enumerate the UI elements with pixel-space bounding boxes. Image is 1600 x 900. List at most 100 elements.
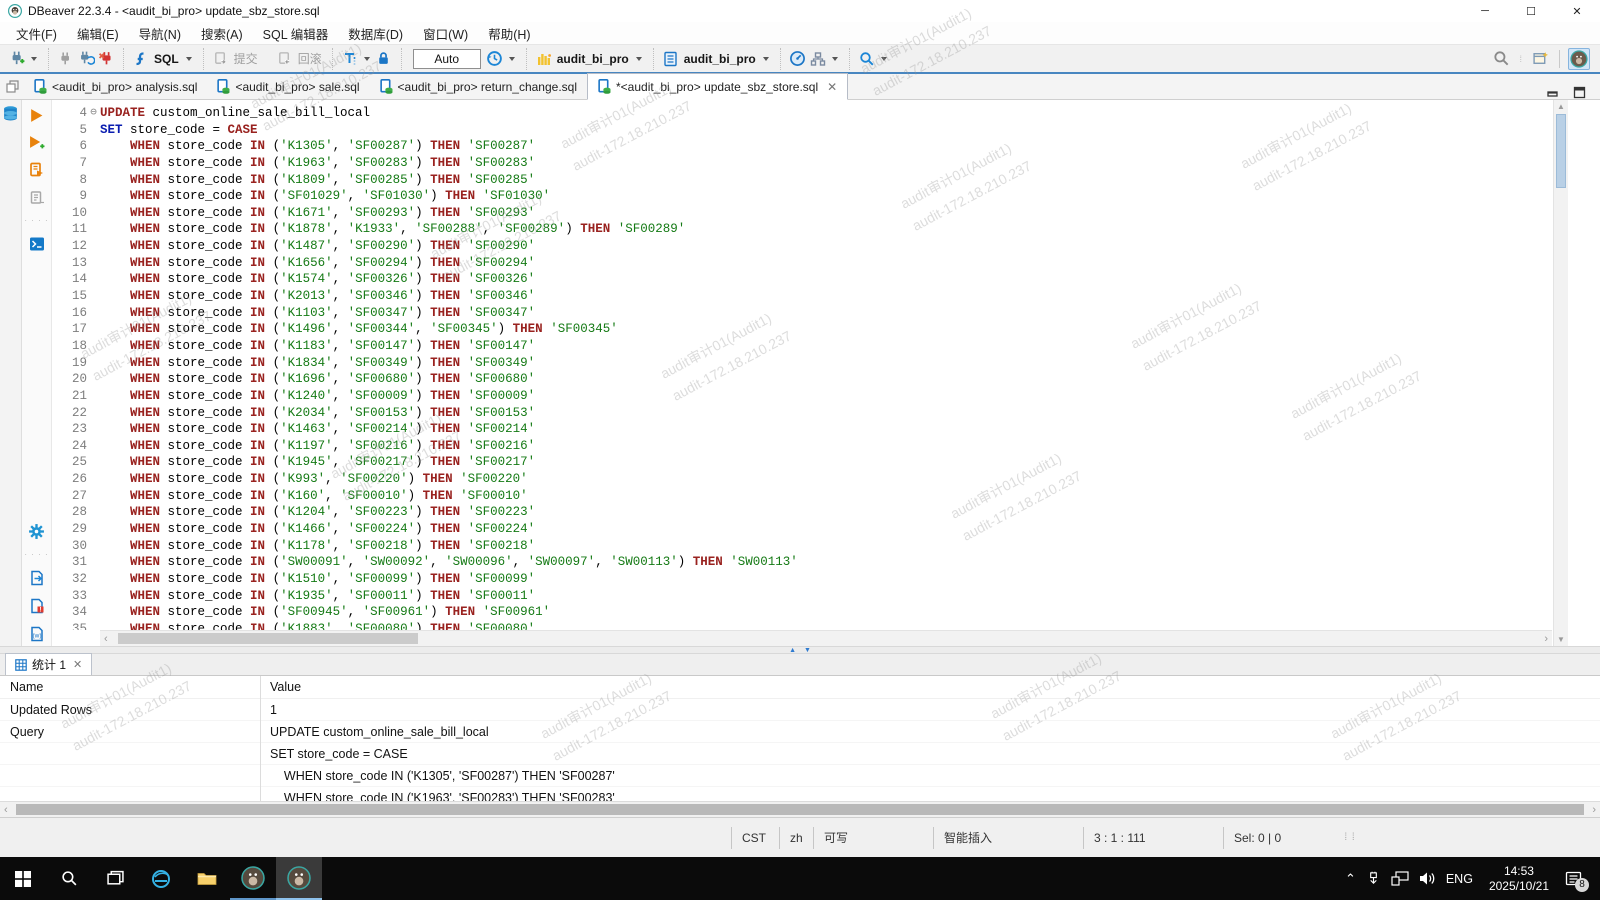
stats-col-value[interactable]: Value	[260, 680, 1600, 694]
editor-tab-0[interactable]: <audit_bi_pro> analysis.sql	[24, 74, 207, 99]
lock-icon[interactable]	[374, 49, 394, 69]
stats-row-value: SET store_code = CASE	[260, 747, 1600, 761]
editor-vertical-scrollbar[interactable]: ▲ ▼	[1553, 100, 1568, 646]
usb-tray-icon[interactable]	[1366, 871, 1381, 886]
maximize-view-icon[interactable]	[1573, 86, 1586, 99]
taskbar-clock[interactable]: 14:53 2025/10/21	[1489, 864, 1549, 894]
line-number: 21	[52, 388, 100, 405]
menu-item-3[interactable]: 搜索(A)	[191, 22, 253, 44]
menu-item-6[interactable]: 窗口(W)	[413, 22, 478, 44]
sql-editor-label[interactable]: SQL	[154, 52, 179, 66]
sql-code-editor[interactable]: UPDATE custom_online_sale_bill_localSET …	[100, 100, 1552, 630]
start-button[interactable]	[0, 857, 46, 900]
editor-tab-1[interactable]: <audit_bi_pro> sale.sql	[207, 74, 369, 99]
file-explorer-icon[interactable]	[184, 857, 230, 900]
tasks-icon[interactable]	[808, 49, 828, 69]
stats-row[interactable]: SET store_code = CASE	[0, 743, 1600, 765]
history-dropdown[interactable]	[509, 57, 515, 61]
stats-hscroll-thumb[interactable]	[16, 804, 1584, 815]
schema-icon	[661, 49, 681, 69]
maximize-button[interactable]: ☐	[1508, 0, 1554, 22]
stats-horizontal-scrollbar[interactable]: ‹ ›	[0, 801, 1600, 817]
status-cell-0: CST	[731, 827, 779, 849]
code-line: WHEN store_code IN ('K2034', 'SF00153') …	[100, 405, 1552, 422]
menu-item-5[interactable]: 数据库(D)	[338, 22, 413, 44]
dbeaver-taskbar-icon[interactable]	[230, 857, 276, 900]
panel-splitter[interactable]: ▲▼	[0, 646, 1600, 654]
code-line: WHEN store_code IN ('K1656', 'SF00294') …	[100, 255, 1552, 272]
stats-row[interactable]: WHEN store_code IN ('K1305', 'SF00287') …	[0, 765, 1600, 787]
disconnect-icon[interactable]	[96, 49, 116, 69]
ehscroll-thumb[interactable]	[118, 633, 418, 644]
line-number: 33	[52, 588, 100, 605]
stats-row[interactable]: Updated Rows1	[0, 699, 1600, 721]
code-line: WHEN store_code IN ('K1935', 'SF00011') …	[100, 588, 1552, 605]
network-tray-icon[interactable]	[1391, 871, 1409, 886]
export-result-icon[interactable]	[29, 570, 45, 586]
schema-selector[interactable]: audit_bi_pro	[684, 52, 756, 66]
database-navigator-icon[interactable]	[2, 105, 19, 122]
settings-gear-icon[interactable]	[28, 523, 45, 540]
menu-item-7[interactable]: 帮助(H)	[478, 22, 540, 44]
volume-tray-icon[interactable]	[1419, 871, 1436, 886]
new-connection-dropdown[interactable]	[31, 57, 37, 61]
internet-explorer-icon[interactable]	[138, 857, 184, 900]
sql-editor-icon[interactable]	[131, 49, 151, 69]
script-variables-icon[interactable]: (w)	[29, 626, 45, 642]
execute-new-tab-icon[interactable]	[29, 135, 45, 150]
vscroll-thumb[interactable]	[1556, 114, 1566, 188]
execute-script-icon[interactable]	[29, 162, 45, 178]
tab-close-icon[interactable]: ✕	[827, 80, 837, 94]
stats-row[interactable]: QueryUPDATE custom_online_sale_bill_loca…	[0, 721, 1600, 743]
dbeaver-perspective-button[interactable]	[1568, 48, 1590, 70]
code-line: WHEN store_code IN ('K1183', 'SF00147') …	[100, 338, 1552, 355]
tx-mode-select[interactable]: Auto	[413, 49, 481, 69]
close-button[interactable]: ✕	[1554, 0, 1600, 22]
new-connection-icon[interactable]	[7, 49, 27, 69]
transaction-mode-icon[interactable]	[340, 49, 360, 69]
dashboard-icon[interactable]	[788, 49, 808, 69]
connect-icon[interactable]	[56, 49, 76, 69]
restore-panel-icon[interactable]	[0, 74, 24, 99]
editor-tab-2[interactable]: <audit_bi_pro> return_change.sql	[370, 74, 587, 99]
sql-editor-dropdown[interactable]	[186, 57, 192, 61]
dbeaver-taskbar-icon-active[interactable]	[276, 857, 322, 900]
action-center-icon[interactable]: 8	[1565, 871, 1582, 887]
explain-plan-icon[interactable]	[29, 190, 45, 206]
connection-selector[interactable]: audit_bi_pro	[557, 52, 629, 66]
menu-item-0[interactable]: 文件(F)	[6, 22, 67, 44]
taskbar-search-icon[interactable]	[46, 857, 92, 900]
history-icon[interactable]	[485, 49, 505, 69]
line-number: 9	[52, 188, 100, 205]
connection-dropdown[interactable]	[636, 57, 642, 61]
menu-item-4[interactable]: SQL 编辑器	[253, 22, 339, 44]
quick-search-icon[interactable]	[1491, 49, 1511, 69]
rollback-button[interactable]: 回滚	[298, 50, 322, 67]
language-indicator[interactable]: ENG	[1446, 872, 1473, 886]
stats-row[interactable]: WHEN store_code IN ('K1963', 'SF00283') …	[0, 787, 1600, 801]
save-file-error-icon[interactable]: !	[29, 598, 45, 614]
stats-col-name[interactable]: Name	[0, 680, 260, 694]
stats-tab[interactable]: 统计 1 ✕	[5, 653, 92, 675]
rollback-icon	[275, 49, 295, 69]
transaction-mode-dropdown[interactable]	[364, 57, 370, 61]
reconnect-icon[interactable]	[76, 49, 96, 69]
open-perspective-icon[interactable]	[1531, 49, 1551, 69]
schema-dropdown[interactable]	[763, 57, 769, 61]
editor-horizontal-scrollbar[interactable]: ‹ ›	[100, 630, 1552, 646]
stats-tab-close-icon[interactable]: ✕	[73, 658, 82, 671]
search-icon[interactable]	[857, 49, 877, 69]
search-dropdown[interactable]	[881, 57, 887, 61]
commit-button[interactable]: 提交	[234, 50, 258, 67]
menu-item-1[interactable]: 编辑(E)	[67, 22, 129, 44]
code-line: WHEN store_code IN ('K160', 'SF00010') T…	[100, 488, 1552, 505]
minimize-button[interactable]: ─	[1462, 0, 1508, 22]
sql-console-icon[interactable]	[29, 236, 45, 252]
task-view-icon[interactable]	[92, 857, 138, 900]
menu-item-2[interactable]: 导航(N)	[129, 22, 191, 44]
editor-tab-3[interactable]: *<audit_bi_pro> update_sbz_store.sql✕	[587, 73, 848, 100]
tasks-dropdown[interactable]	[832, 57, 838, 61]
tray-chevron-up-icon[interactable]: ⌃	[1345, 871, 1356, 887]
minimize-view-icon[interactable]	[1546, 87, 1559, 99]
execute-statement-icon[interactable]	[29, 108, 44, 123]
